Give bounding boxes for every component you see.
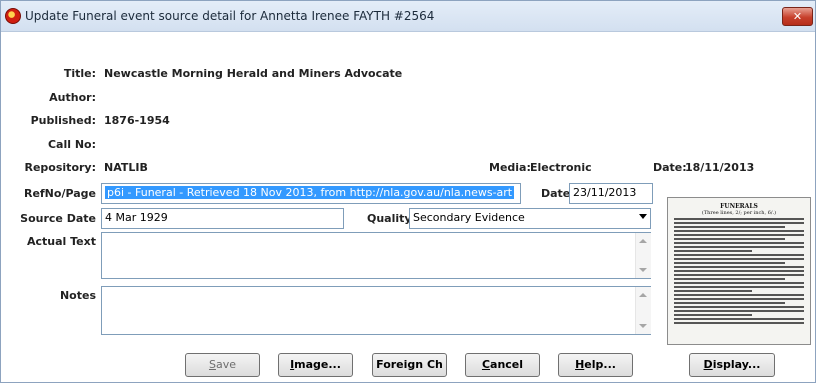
clipping-text-line xyxy=(674,242,804,244)
display-button-key: D xyxy=(703,358,713,371)
foreign-chars-button-prefix: Foreign Ch xyxy=(376,358,443,371)
notes-scrollbar[interactable] xyxy=(635,287,651,334)
clipping-text-line xyxy=(674,238,785,240)
clipping-text-line xyxy=(674,290,752,292)
clipping-text-line xyxy=(674,270,804,272)
title-value: Newcastle Morning Herald and Miners Advo… xyxy=(104,67,403,80)
actual-text-area[interactable] xyxy=(101,232,651,279)
help-button[interactable]: Help... xyxy=(558,353,633,377)
date-label: Date xyxy=(541,187,571,200)
display-button-suffix: isplay... xyxy=(712,358,761,371)
save-button[interactable]: Save xyxy=(185,353,260,377)
clipping-text-line xyxy=(674,234,804,236)
repository-label: Repository: xyxy=(24,161,97,174)
save-button-key: S xyxy=(208,358,216,371)
image-button-suffix: mage... xyxy=(294,358,341,371)
cancel-button-suffix: ancel xyxy=(490,358,524,371)
clipping-text-line xyxy=(674,318,804,320)
quality-label: Quality xyxy=(367,212,412,225)
source-date-input[interactable]: 4 Mar 1929 xyxy=(101,208,344,229)
notes-label: Notes xyxy=(59,289,96,302)
source-date-added-label: Date: xyxy=(653,161,687,174)
media-label: Media: xyxy=(489,161,531,174)
clipping-text-line xyxy=(674,302,785,304)
clipping-text-line xyxy=(674,298,804,300)
repository-value: NATLIB xyxy=(104,161,148,174)
notes-area[interactable] xyxy=(101,286,651,335)
clipping-heading: FUNERALS xyxy=(720,203,758,210)
clipping-text-line xyxy=(674,254,804,256)
clipping-text-line xyxy=(674,322,804,324)
refno-label: RefNo/Page xyxy=(23,187,96,200)
clipping-text-line xyxy=(674,230,804,232)
clipping-text-line xyxy=(674,286,804,288)
clipping-subheading: (Three lines, 2/; per inch, 6/.) xyxy=(701,210,777,216)
close-button[interactable]: ✕ xyxy=(782,7,813,26)
source-date-added-value: 18/11/2013 xyxy=(685,161,755,174)
clipping-text-line xyxy=(674,306,804,308)
help-button-suffix: elp... xyxy=(584,358,616,371)
clipping-text-line xyxy=(674,314,752,316)
clipping-text-line xyxy=(674,250,752,252)
title-bar: Update Funeral event source detail for A… xyxy=(1,1,815,32)
clipping-text-line xyxy=(674,282,804,284)
actual-text-scrollbar[interactable] xyxy=(635,233,651,278)
clipping-text-line xyxy=(674,222,804,224)
author-label: Author: xyxy=(49,91,96,104)
source-date-label: Source Date xyxy=(20,212,96,225)
help-button-key: H xyxy=(575,358,585,371)
scroll-up-icon[interactable] xyxy=(639,239,647,243)
clipping-thumbnail[interactable]: FUNERALS (Three lines, 2/; per inch, 6/.… xyxy=(667,197,811,345)
clipping-text-line xyxy=(674,218,804,220)
update-source-dialog: Update Funeral event source detail for A… xyxy=(0,0,816,383)
refno-selected-text: p6i - Funeral - Retrieved 18 Nov 2013, f… xyxy=(105,186,515,199)
title-label: Title: xyxy=(63,67,96,80)
clipping-text-line xyxy=(674,246,804,248)
quality-selected-value: Secondary Evidence xyxy=(413,211,525,224)
published-label: Published: xyxy=(30,114,96,127)
app-icon xyxy=(5,8,21,24)
media-value: Electronic xyxy=(530,161,592,174)
clipping-text-line xyxy=(674,258,804,260)
cancel-button-key: C xyxy=(481,358,491,371)
clipping-text-line xyxy=(674,310,804,312)
callno-label: Call No: xyxy=(47,138,96,151)
foreign-chars-button[interactable]: Foreign Ch xyxy=(372,353,447,377)
clipping-text-line xyxy=(674,226,785,228)
dropdown-arrow-icon[interactable] xyxy=(639,214,647,219)
image-button[interactable]: Image... xyxy=(278,353,353,377)
scroll-down-icon[interactable] xyxy=(639,268,647,272)
refno-input[interactable]: p6i - Funeral - Retrieved 18 Nov 2013, f… xyxy=(101,183,521,204)
scroll-up-icon[interactable] xyxy=(639,293,647,297)
display-button[interactable]: Display... xyxy=(689,353,775,377)
quality-select[interactable]: Secondary Evidence xyxy=(409,208,651,229)
window-title: Update Funeral event source detail for A… xyxy=(25,9,435,23)
save-button-suffix: ave xyxy=(215,358,236,371)
date-input[interactable]: 23/11/2013 xyxy=(569,183,653,204)
clipping-text-line xyxy=(674,262,785,264)
clipping-text-line xyxy=(674,294,804,296)
cancel-button[interactable]: Cancel xyxy=(465,353,540,377)
actual-text-label: Actual Text xyxy=(26,235,96,248)
clipping-text-line xyxy=(674,266,804,268)
published-value: 1876-1954 xyxy=(104,114,170,127)
clipping-text-line xyxy=(674,278,785,280)
clipping-text-line xyxy=(674,274,804,276)
scroll-down-icon[interactable] xyxy=(639,324,647,328)
